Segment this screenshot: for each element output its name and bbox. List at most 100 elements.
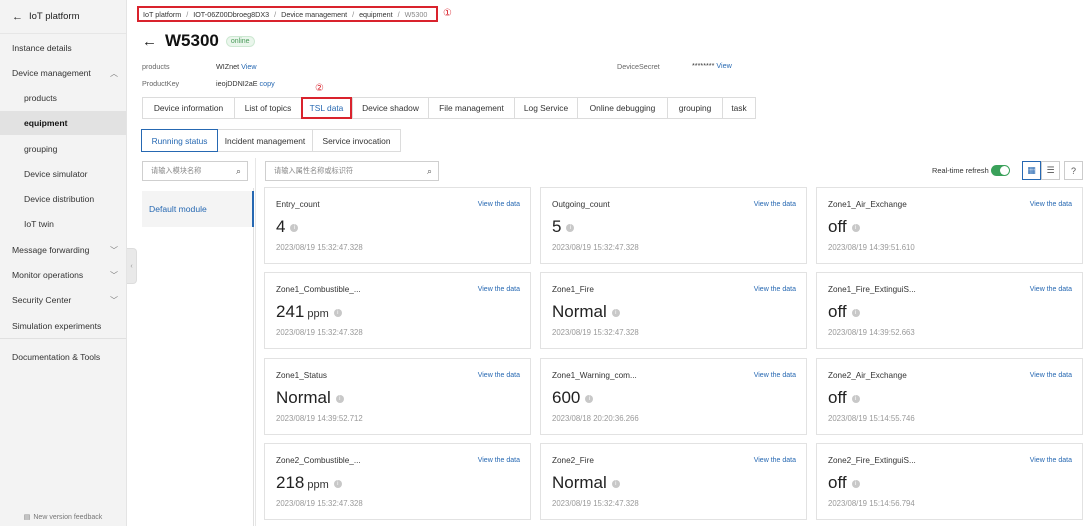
sidebar-item-products[interactable]: products [0, 86, 126, 110]
subtab-service-invocation[interactable]: Service invocation [312, 129, 401, 152]
info-icon[interactable]: i [851, 480, 860, 488]
view-data-link[interactable]: View the data [478, 372, 520, 379]
breadcrumb-item[interactable]: IOT-06Z00Dbroeg8DX3 [193, 10, 269, 19]
sidebar-item-device-distribution[interactable]: Device distribution [0, 187, 126, 211]
info-icon[interactable]: i [851, 224, 860, 232]
info-icon[interactable]: i [585, 395, 594, 403]
subtab-incident-management[interactable]: Incident management [217, 129, 313, 152]
annotation-marker-2: ② [315, 83, 324, 94]
chevron-down-icon[interactable]: ﹀ [110, 270, 118, 281]
property-search-input[interactable]: 请输入属性名称或标识符 ⌕ [265, 161, 439, 181]
module-search-input[interactable]: 请输入模块名称 ⌕ [142, 161, 248, 181]
view-data-link[interactable]: View the data [1030, 286, 1072, 293]
module-item-default[interactable]: Default module [142, 191, 254, 227]
view-data-link[interactable]: View the data [478, 457, 520, 464]
property-name: Zone1_Warning_com... [552, 371, 637, 380]
secret-view-link[interactable]: View [716, 61, 731, 70]
property-name: Zone2_Combustible_... [276, 456, 361, 465]
sidebar-item-device-simulator[interactable]: Device simulator [0, 162, 126, 186]
chevron-down-icon[interactable]: ﹀ [110, 295, 118, 306]
realtime-refresh-toggle[interactable] [991, 165, 1010, 176]
property-name: Outgoing_count [552, 200, 610, 209]
sidebar-item-iot-twin[interactable]: IoT twin [0, 212, 126, 236]
products-view-link[interactable]: View [241, 62, 256, 71]
tab-grouping[interactable]: grouping [667, 97, 722, 119]
property-value: Normal i [552, 302, 620, 322]
sidebar-collapse-handle[interactable]: ‹ [127, 248, 137, 284]
tab-task[interactable]: task [722, 97, 756, 119]
tab-device-information[interactable]: Device information [142, 97, 234, 119]
back-arrow-icon[interactable]: ← [142, 33, 157, 50]
view-data-link[interactable]: View the data [754, 286, 796, 293]
tab-online-debugging[interactable]: Online debugging [577, 97, 667, 119]
list-view-button[interactable]: ☰ [1041, 161, 1060, 180]
feedback-link[interactable]: ▤ New version feedback [0, 508, 126, 526]
property-value: off i [828, 473, 860, 493]
tab-tsl-data[interactable]: TSL data [301, 97, 352, 119]
search-icon[interactable]: ⌕ [427, 166, 432, 177]
panel-divider [255, 158, 256, 526]
property-value: 4i [276, 217, 299, 237]
property-name: Zone1_Fire [552, 285, 594, 294]
chevron-up-icon[interactable]: ︿ [110, 68, 118, 79]
copy-link[interactable]: copy [260, 79, 275, 88]
tab-bar: Device information List of topics TSL data… [142, 97, 756, 119]
view-data-link[interactable]: View the data [754, 372, 796, 379]
view-data-link[interactable]: View the data [478, 286, 520, 293]
tab-log-service[interactable]: Log Service [514, 97, 577, 119]
sidebar-item-monitor-operations[interactable]: Monitor operations ﹀ [0, 263, 126, 287]
chevron-down-icon[interactable]: ﹀ [110, 245, 118, 256]
info-icon[interactable]: i [851, 309, 860, 317]
breadcrumb-item[interactable]: Device management [281, 10, 347, 19]
info-icon[interactable]: i [851, 395, 860, 403]
sidebar-item-instance-details[interactable]: Instance details [0, 36, 126, 60]
view-data-link[interactable]: View the data [1030, 457, 1072, 464]
property-timestamp: 2023/08/19 15:32:47.328 [552, 243, 639, 252]
help-icon: ? [1070, 165, 1076, 176]
info-icon[interactable]: i [611, 309, 620, 317]
property-name: Zone1_Air_Exchange [828, 200, 907, 209]
info-icon[interactable]: i [566, 224, 575, 232]
view-data-link[interactable]: View the data [754, 457, 796, 464]
info-icon[interactable]: i [611, 480, 620, 488]
info-icon[interactable]: i [335, 395, 344, 403]
property-value: 5i [552, 217, 575, 237]
property-name: Zone1_Status [276, 371, 327, 380]
info-icon[interactable]: i [333, 309, 342, 317]
sidebar-item-documentation-tools[interactable]: Documentation & Tools [0, 345, 126, 369]
property-name: Zone1_Fire_ExtinguiS... [828, 285, 916, 294]
sidebar-item-device-management[interactable]: Device management ︿ [0, 61, 126, 85]
property-timestamp: 2023/08/19 14:39:51.610 [828, 243, 915, 252]
back-arrow-icon[interactable]: ← [12, 11, 23, 23]
view-data-link[interactable]: View the data [1030, 201, 1072, 208]
sidebar-item-grouping[interactable]: grouping [0, 137, 126, 161]
help-button[interactable]: ? [1064, 161, 1083, 180]
status-badge: online [225, 35, 255, 47]
tab-file-management[interactable]: File management [428, 97, 514, 119]
property-value: off i [828, 388, 860, 408]
view-data-link[interactable]: View the data [1030, 372, 1072, 379]
breadcrumb-item[interactable]: IoT platform [143, 10, 181, 19]
property-timestamp: 2023/08/19 15:14:55.746 [828, 414, 915, 423]
search-icon[interactable]: ⌕ [236, 166, 241, 177]
products-value: WIZnet View [216, 62, 257, 71]
sidebar-header[interactable]: ← IoT platform [0, 0, 126, 34]
property-card: Zone1_Combustible_... View the data 241 ppm… [264, 272, 531, 349]
breadcrumb-item[interactable]: equipment [359, 10, 393, 19]
tab-list-of-topics[interactable]: List of topics [234, 97, 301, 119]
property-card: Zone1_Air_Exchange View the data off i 2023/… [816, 187, 1083, 264]
property-unit: ppm [307, 479, 329, 491]
tab-device-shadow[interactable]: Device shadow [352, 97, 428, 119]
devicesecret-label: DeviceSecret [617, 62, 660, 71]
info-icon[interactable]: i [333, 480, 342, 488]
sidebar-item-message-forwarding[interactable]: Message forwarding ﹀ [0, 238, 126, 262]
sidebar-item-simulation-experiments[interactable]: Simulation experiments [0, 314, 126, 338]
info-icon[interactable]: i [290, 224, 299, 232]
view-data-link[interactable]: View the data [754, 201, 796, 208]
view-data-link[interactable]: View the data [478, 201, 520, 208]
sidebar-item-security-center[interactable]: Security Center ﹀ [0, 288, 126, 312]
subtab-running-status[interactable]: Running status [141, 129, 218, 152]
sidebar-item-equipment[interactable]: equipment [0, 111, 126, 135]
devicesecret-value: ******** View [692, 61, 732, 70]
grid-view-button[interactable]: ▦ [1022, 161, 1041, 180]
